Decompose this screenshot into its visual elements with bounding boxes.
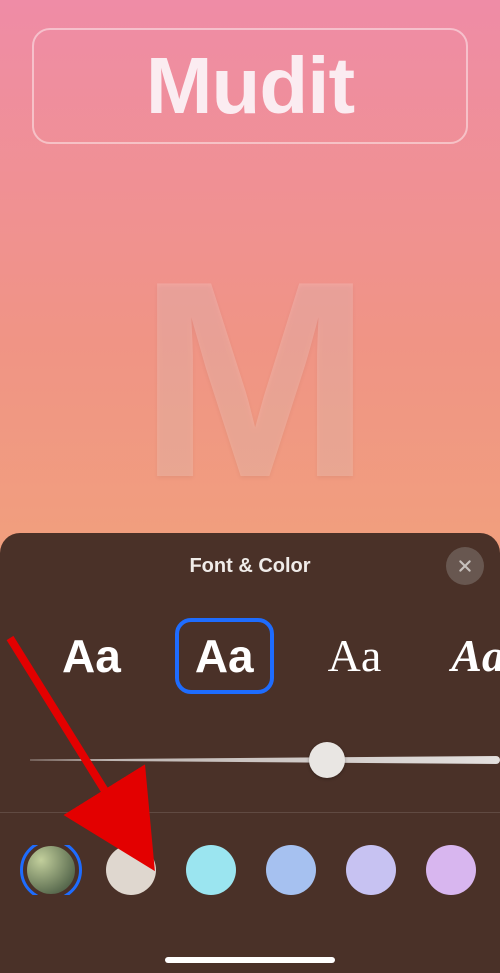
color-swatch-5[interactable] [426,845,476,895]
font-sample: Aa [62,633,121,679]
monogram: M [0,240,500,520]
font-color-sheet: Font & Color Aa Aa Aa Aa [0,533,500,973]
slider-track [30,756,500,764]
font-option-3[interactable]: Aa [435,618,500,694]
sheet-title: Font & Color [189,555,310,577]
color-swatch-3[interactable] [266,845,316,895]
sheet-header: Font & Color [0,533,500,578]
contact-poster-editor: Mudit M Font & Color Aa Aa Aa Aa [0,0,500,973]
close-button[interactable] [446,547,484,585]
font-option-2[interactable]: Aa [312,618,398,694]
name-input-box[interactable]: Mudit [32,28,468,144]
font-option-0[interactable]: Aa [46,618,137,694]
font-options-row: Aa Aa Aa Aa [0,618,500,694]
slider-thumb[interactable] [309,742,345,778]
font-sample: Aa [451,633,500,679]
contact-name: Mudit [146,40,354,132]
home-indicator[interactable] [165,957,335,963]
font-option-1[interactable]: Aa [175,618,274,694]
close-icon [457,558,473,574]
color-swatch-4[interactable] [346,845,396,895]
font-sample: Aa [328,633,382,679]
monogram-letter: M [138,240,361,520]
color-swatch-1[interactable] [106,845,156,895]
color-swatch-row [0,845,500,895]
color-swatch-0[interactable] [26,845,76,895]
font-sample: Aa [195,633,254,679]
weight-slider[interactable] [0,740,500,780]
color-swatch-2[interactable] [186,845,236,895]
divider [0,812,500,813]
